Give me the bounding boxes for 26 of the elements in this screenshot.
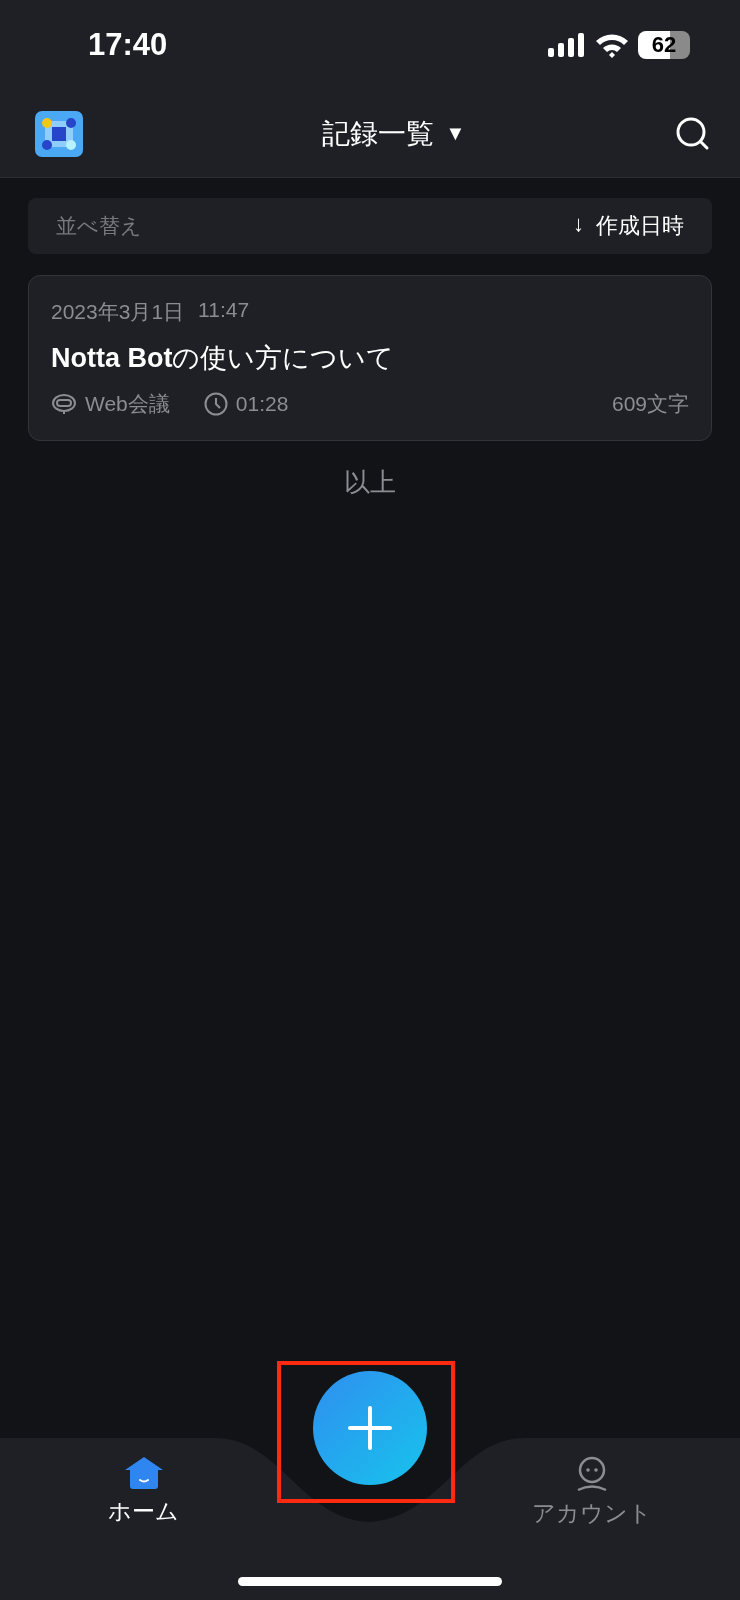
sort-arrow: ↓: [573, 211, 584, 238]
sort-label: 並べ替え: [56, 213, 142, 239]
tab-bar-item[interactable]: アカウント: [532, 1456, 652, 1529]
plus-icon: [348, 1406, 392, 1450]
screen-title[interactable]: 記録一覧: [321, 114, 434, 153]
record-title: Notta Botの使い方について: [51, 342, 396, 375]
clock-icon: [203, 392, 228, 416]
status-time: 17:40: [88, 27, 168, 63]
tab-bar-item[interactable]: ホーム: [108, 1456, 179, 1529]
home-icon: [123, 1456, 164, 1490]
battery-level: 62: [638, 31, 690, 59]
search-icon[interactable]: [676, 116, 710, 151]
sort-value: 作成日時: [596, 212, 684, 240]
sort-bar[interactable]: 並べ替え ↓ 作成日時: [28, 198, 712, 254]
record-duration: 01:28: [235, 392, 289, 416]
dropdown-caret[interactable]: ▼: [445, 122, 466, 145]
end-of-list-label: 以上: [344, 466, 396, 499]
character-count: 609文字: [611, 391, 689, 417]
record-source: Web会議: [85, 391, 170, 417]
wifi-icon: [595, 32, 629, 58]
record-time: 11:47: [198, 298, 250, 323]
record-date: 2023年3月1日: [51, 299, 185, 325]
record-card[interactable]: 2023年3月1日 11:47 Notta Botの使い方について Web会議 01:28 609文字: [28, 275, 712, 441]
app-logo-icon: [35, 110, 83, 157]
signal-icon: [548, 33, 586, 57]
robot-icon: [51, 393, 77, 415]
